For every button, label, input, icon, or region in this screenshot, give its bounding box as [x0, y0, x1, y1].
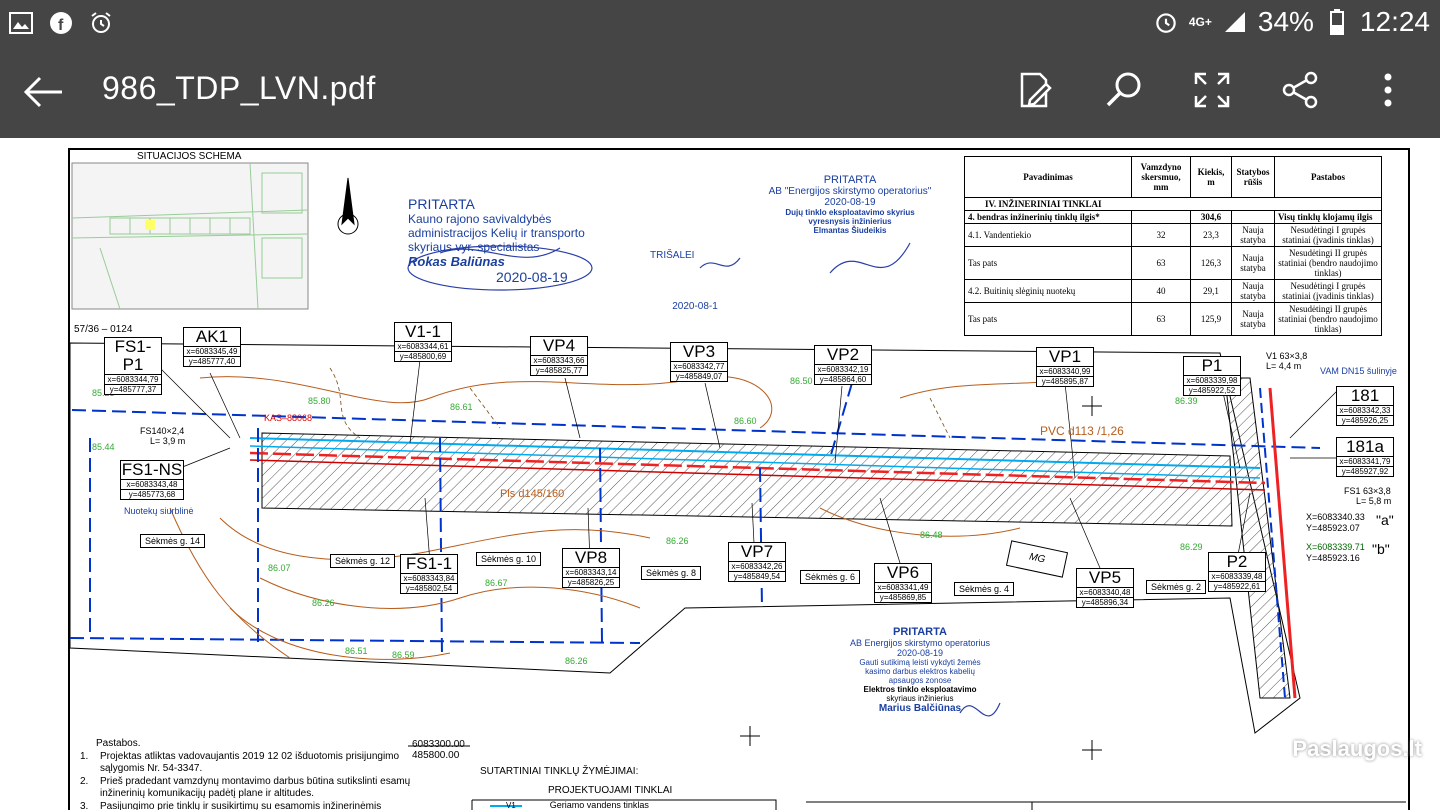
back-arrow-icon[interactable] — [22, 72, 66, 112]
more-icon[interactable] — [1366, 68, 1410, 112]
battery-icon — [1324, 9, 1350, 35]
point-b: "b" — [1372, 541, 1390, 557]
col-header: Statybos rūšis — [1231, 156, 1275, 198]
notes: Pastabos. 1. Projektas atliktas vadovauja… — [80, 738, 411, 810]
grid-coord-x: 6083300.00 — [412, 739, 465, 750]
approval-stamp-3: PRITARTA AB "Energijos skirstymo operato… — [768, 174, 932, 235]
point-label: FS1-NS x=6083343,48 y=485773,68 — [120, 460, 184, 500]
network-type: 4G+ — [1188, 15, 1212, 29]
document-title: 986_TDP_LVN.pdf — [102, 70, 376, 106]
point-label: P2 x=6083339,48 y=485922,61 — [1208, 552, 1266, 592]
col-header: Pavadinimas — [964, 156, 1132, 198]
table-row: 4.2. Buitinių slėginių nuotekų 40 29,1 Nauj… — [964, 279, 1382, 303]
street-label: Sėkmės g. 14 — [140, 534, 206, 548]
map-id: 57/36 – 0124 — [74, 324, 133, 335]
fullscreen-icon[interactable] — [1190, 68, 1234, 112]
street-label: Sėkmės g. 6 — [800, 570, 861, 584]
legend: SUTARTINIAI TINKLŲ ŽYMĖJIMAI: PROJEKTUOJ… — [480, 766, 673, 810]
fs140-label: FS140×2,4 — [140, 426, 185, 436]
edit-icon[interactable] — [1014, 68, 1058, 112]
point-label: P1 x=6083339,98 y=485922,52 — [1183, 356, 1241, 396]
vam-label: VAM DN15 šulinyje — [1320, 366, 1397, 376]
point-label: VP2 x=6083342,19 y=485864,60 — [814, 345, 872, 385]
point-b-y: Y=485923.16 — [1306, 553, 1360, 563]
point-label: VP8 x=6083343,14 y=485826,25 — [562, 548, 620, 588]
point-label: AK1 x=6083345,49 y=485777,40 — [183, 327, 241, 367]
point-label: VP4 x=6083343,66 y=485825,77 — [530, 336, 588, 376]
col-header: Pastabos — [1274, 156, 1382, 198]
app-bar: 986_TDP_LVN.pdf — [0, 46, 1440, 138]
status-bar: f 4G+ 34% 12:24 — [0, 0, 1440, 46]
point-label: VP5 x=6083340,48 y=485896,34 — [1076, 568, 1134, 608]
point-label: VP6 x=6083341,49 y=485869,85 — [874, 563, 932, 603]
point-a-y: Y=485923.07 — [1306, 523, 1360, 533]
street-label: Sėkmės g. 4 — [954, 582, 1015, 596]
approval-stamp-2: TRIŠALEI 2020-08-1 — [650, 250, 718, 312]
point-label: FS1-P1 x=6083344,79 y=485777,37 — [104, 337, 162, 395]
gallery-icon — [8, 10, 34, 36]
table-row: 4. bendras inžinerinių tinklų ilgis* 304,… — [964, 210, 1382, 224]
search-icon[interactable] — [1102, 68, 1146, 112]
share-icon[interactable] — [1278, 68, 1322, 112]
table-row: Tas pats 63 125,9 Nauja statyba Nesudėtingi … — [964, 302, 1382, 336]
table-section: IV. INŽINERINIAI TINKLAI — [964, 197, 1382, 211]
signal-icon — [1222, 9, 1248, 35]
street-label: Sėkmės g. 2 — [1146, 580, 1207, 594]
v1-63-length: L= 4,4 m — [1266, 361, 1302, 371]
pump-station-label: Nuotekų siurblinė — [124, 506, 194, 516]
alarm-icon — [88, 10, 114, 36]
alarm-status-icon — [1153, 9, 1179, 35]
point-b-x: X=6083339.71 — [1306, 542, 1365, 552]
grid-coord-y: 485800.00 — [412, 750, 460, 761]
table-row: 4.1. Vandentiekio 32 23,3 Nauja statyba Nesu… — [964, 223, 1382, 247]
point-label: V1-1 x=6083344,61 y=485800,69 — [394, 322, 452, 362]
point-label: 181a x=6083341,79 y=485927,92 — [1336, 437, 1394, 477]
fs1-63-label: FS1 63×3,8 — [1344, 486, 1391, 496]
watermark: Paslaugos.lt — [1292, 736, 1422, 761]
north-arrow-icon — [337, 177, 359, 235]
pls-label: Pls d145/160 — [500, 488, 565, 500]
battery-percent: 34% — [1257, 6, 1314, 37]
street-label: Sėkmės g. 8 — [641, 566, 702, 580]
table-row: Tas pats 63 126,3 Nauja statyba Nesudėtingi … — [964, 246, 1382, 280]
col-header: Vamzdyno skersmuo, mm — [1131, 156, 1191, 198]
point-label: VP7 x=6083342,26 y=485849,54 — [728, 542, 786, 582]
point-label: 181 x=6083342,33 y=485926,25 — [1336, 386, 1394, 426]
point-label: FS1-1 x=6083343,84 y=485802,54 — [400, 554, 458, 594]
facebook-icon: f — [48, 10, 74, 36]
col-header: Kiekis, m — [1190, 156, 1232, 198]
point-label: VP3 x=6083342,77 y=485849,07 — [670, 342, 728, 382]
fs1-63-length: L= 5,8 m — [1356, 496, 1392, 506]
point-label: VP1 x=6083340,99 y=485895,87 — [1036, 347, 1094, 387]
pvc-label: PVC d113 /1,26 — [1040, 424, 1124, 438]
clock: 12:24 — [1359, 6, 1430, 37]
approval-stamp-1: PRITARTA Kauno rajono savivaldybės admin… — [408, 196, 585, 285]
v1-63-label: V1 63×3,8 — [1266, 351, 1308, 361]
street-label: Sėkmės g. 10 — [476, 552, 542, 566]
situation-title: SITUACIJOS SCHEMA — [137, 151, 242, 162]
kas-label: KAS–88068 — [264, 413, 313, 423]
point-a: "a" — [1376, 512, 1394, 528]
point-a-x: X=6083340.33 — [1306, 512, 1365, 522]
svg-text:f: f — [58, 17, 64, 34]
street-label: Sėkmės g. 12 — [330, 554, 396, 568]
fs140-length: L= 3,9 m — [150, 436, 186, 446]
utility-table: Pavadinimas Vamzdyno skersmuo, mm Kiekis… — [964, 156, 1382, 336]
approval-stamp-4: PRITARTA AB Energijos skirstymo operator… — [849, 626, 991, 714]
pdf-page[interactable]: 85.23 85.44 85.80 86.61 86.50 86.60 86.0… — [0, 138, 1440, 810]
